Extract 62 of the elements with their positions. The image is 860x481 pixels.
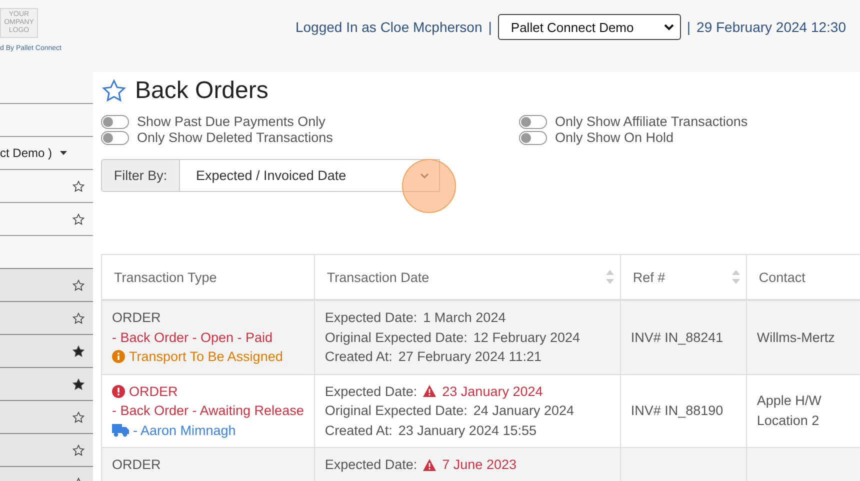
transaction-type-text: - Back Order - Open - Paid — [112, 328, 273, 347]
caret-icon — [60, 150, 68, 156]
transaction-type-text: ORDER — [112, 456, 161, 474]
warning-icon — [423, 458, 436, 471]
date-value: 23 January 2024 15:55 — [398, 422, 537, 440]
separator: | — [488, 19, 492, 35]
toggle-label: Only Show Deleted Transactions — [137, 130, 333, 145]
page-title: Back Orders — [135, 77, 268, 105]
contact-text: Willms-Mertz — [756, 328, 836, 346]
toggle-label: Only Show On Hold — [555, 130, 674, 145]
toggle-label: Only Show Affiliate Transactions — [555, 114, 748, 129]
click-highlight — [402, 159, 456, 213]
ref-text: INV# IN_88241 — [630, 330, 724, 344]
date-label: Original Expected Date: — [324, 328, 468, 347]
date-value: 23 January 2024 — [442, 382, 543, 401]
date-label: Expected Date: — [324, 456, 418, 474]
star-icon[interactable] — [72, 278, 85, 292]
date-label: Expected Date: — [324, 309, 418, 327]
toggle-switch[interactable] — [519, 114, 547, 128]
filter-label: Filter By: — [101, 159, 180, 192]
date-label: Created At: — [324, 422, 392, 440]
sort-icon — [606, 270, 614, 284]
toggle-label: Show Past Due Payments Only — [137, 114, 326, 129]
star-icon[interactable] — [72, 444, 85, 456]
truck-icon — [112, 424, 129, 437]
contact-text: Apple H/W — [756, 392, 822, 410]
transaction-type-text: Transport To Be Assigned — [129, 348, 283, 366]
sort-icon — [732, 270, 740, 284]
star-icon[interactable] — [72, 212, 85, 226]
toggle-switch[interactable] — [101, 114, 129, 128]
alert-icon — [112, 384, 125, 398]
date-value: 27 February 2024 11:21 — [398, 348, 542, 366]
star-icon[interactable] — [72, 180, 85, 192]
transaction-type-text: ORDER — [112, 309, 161, 327]
star-icon[interactable] — [72, 378, 85, 390]
logged-in-text: Logged In as Cloe Mcpherson — [295, 19, 482, 35]
star-icon[interactable] — [72, 312, 85, 324]
date-value: 7 June 2023 — [442, 456, 516, 474]
toggle-switch[interactable] — [519, 130, 547, 144]
star-icon[interactable] — [101, 78, 127, 104]
date-value: 24 January 2024 — [473, 402, 574, 420]
date-label: Original Expected Date: — [324, 402, 468, 420]
transaction-type-text: - Aaron Mimnagh — [133, 422, 236, 440]
transaction-type-text: ORDER — [129, 382, 178, 400]
chevron-down-icon — [420, 172, 429, 178]
date-label: Created At: — [324, 348, 392, 366]
chevron-down-icon — [664, 24, 674, 30]
transaction-type-text: - Back Order - Awaiting Release — [112, 402, 304, 420]
star-icon[interactable] — [72, 410, 85, 424]
datetime-text: 29 February 2024 12:30 — [696, 19, 846, 35]
date-value: 12 February 2024 — [473, 328, 580, 347]
filter-select[interactable]: Expected / Invoiced Date — [180, 159, 440, 192]
separator: | — [686, 19, 691, 35]
date-label: Expected Date: — [324, 382, 418, 401]
star-icon[interactable] — [72, 344, 85, 358]
ref-text: INV# IN_88190 — [630, 403, 724, 418]
date-value: 1 March 2024 — [423, 309, 506, 327]
company-select[interactable]: Pallet Connect Demo — [498, 14, 681, 40]
contact-text: Location 2 — [756, 412, 820, 430]
info-icon — [112, 350, 125, 364]
toggle-switch[interactable] — [101, 130, 129, 144]
warning-icon — [423, 385, 436, 398]
